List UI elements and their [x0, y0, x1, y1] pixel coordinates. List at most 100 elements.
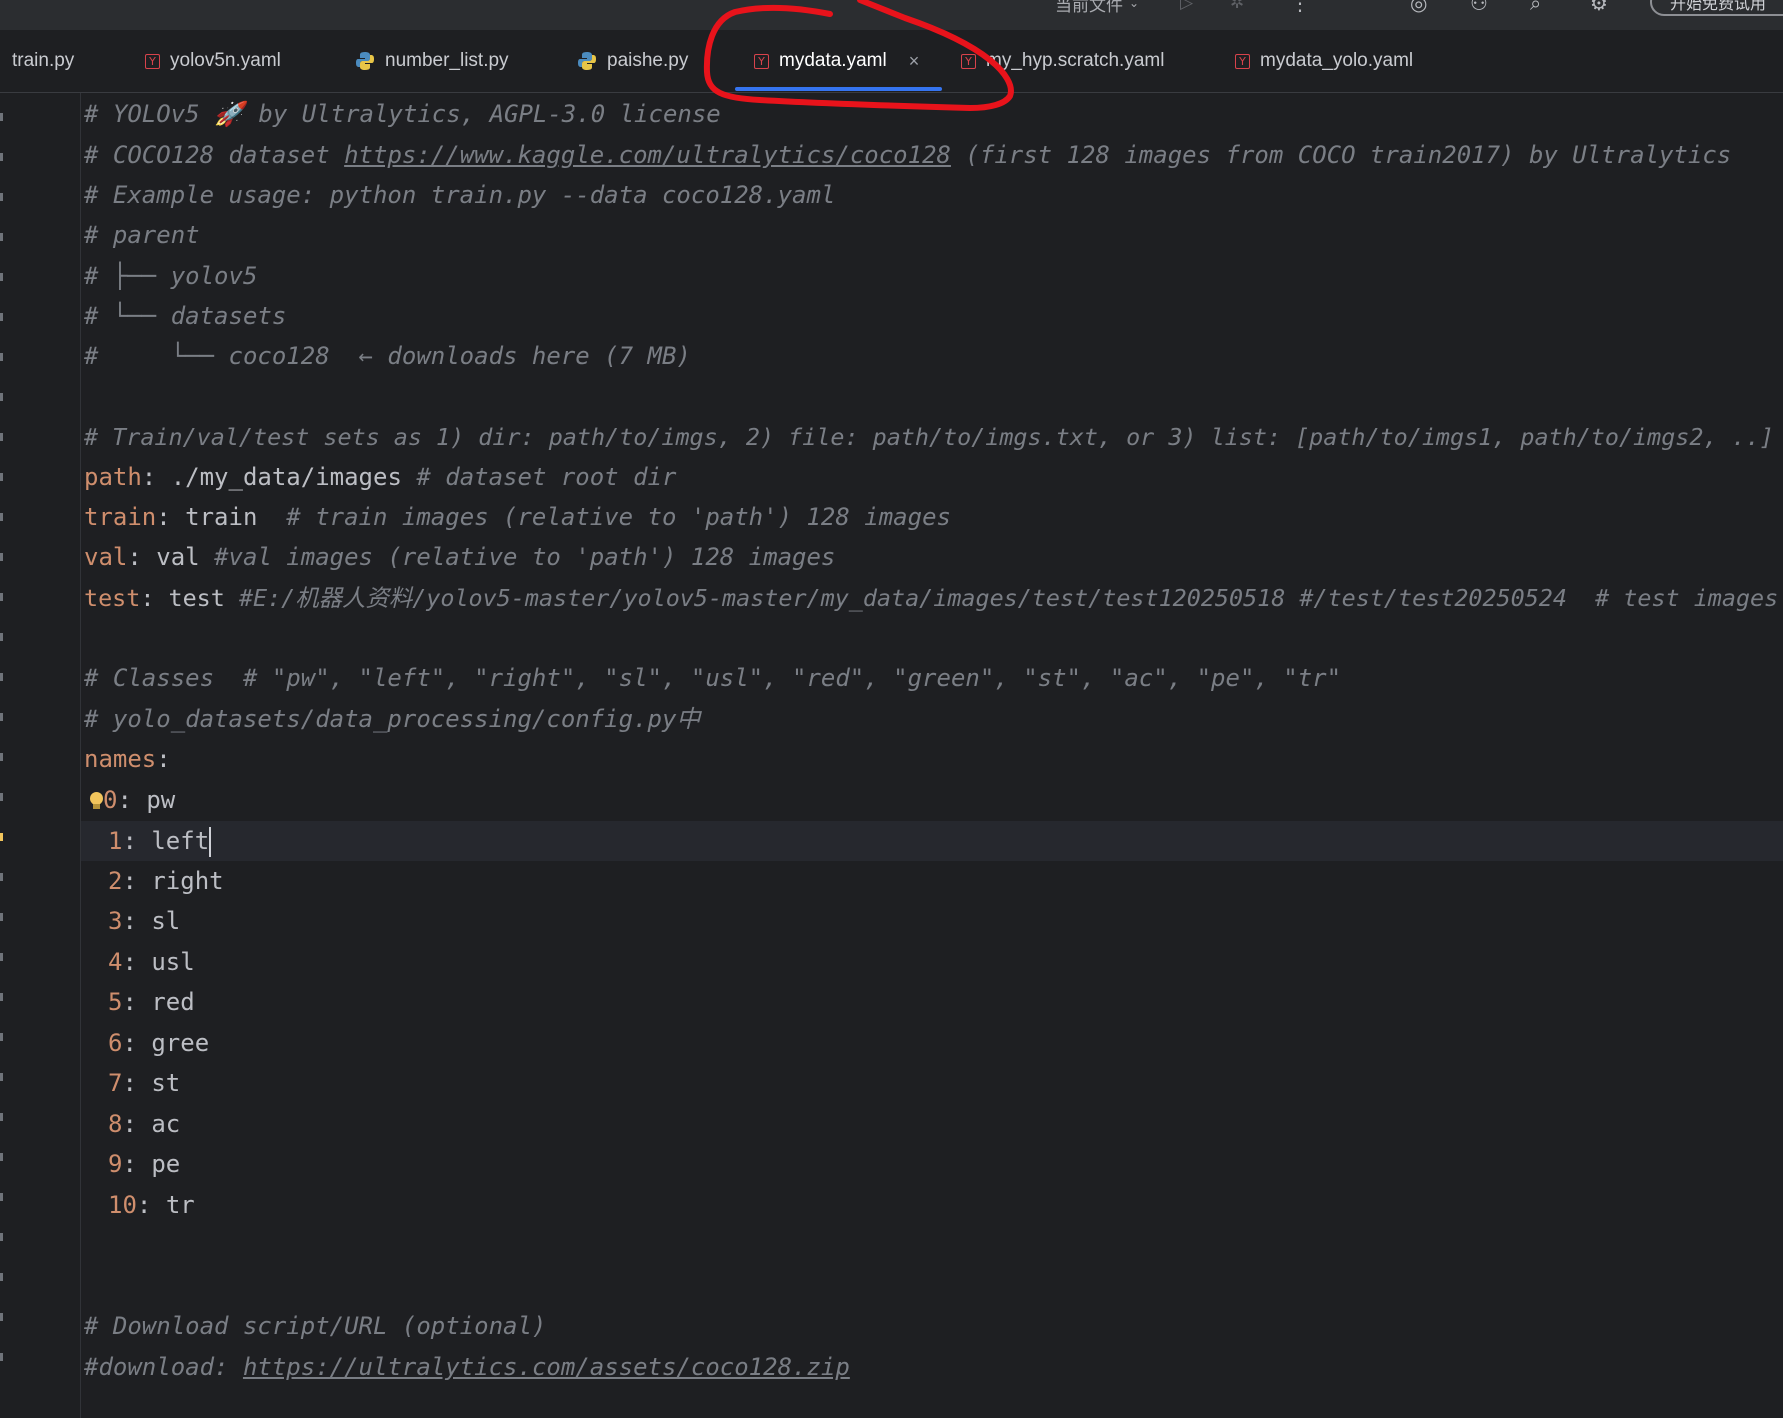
code-line-5: # ├── yolov5: [84, 262, 258, 290]
chevron-down-icon: ⌄: [1129, 0, 1140, 10]
current-file-dropdown[interactable]: 当前文件 ⌄: [1055, 0, 1140, 16]
class-index: 9: [108, 1150, 123, 1178]
class-index: 0: [103, 786, 118, 814]
yaml-value: train: [170, 503, 287, 531]
tab-train-py[interactable]: train.py: [2, 30, 74, 92]
names-entry: 10: tr: [108, 1191, 195, 1219]
code-line-config: # yolo_datasets/data_processing/config.p…: [84, 705, 701, 733]
add-user-icon[interactable]: ⚇: [1470, 0, 1488, 15]
line-number-gutter[interactable]: [0, 93, 81, 1418]
names-entry: 3: sl: [108, 907, 181, 935]
code-editor[interactable]: # YOLOv5 🚀 by Ultralytics, AGPL-3.0 lice…: [81, 93, 1783, 1418]
class-index: 7: [108, 1069, 123, 1097]
class-name: tr: [165, 1191, 195, 1219]
class-index: 1: [108, 827, 123, 855]
names-entry: 1: left: [108, 827, 212, 857]
code-line-names: names:: [84, 745, 171, 773]
active-tab-indicator: [735, 87, 942, 91]
yaml-key: val: [84, 543, 128, 571]
tab-label: mydata.yaml: [779, 50, 887, 71]
tab-label: yolov5n.yaml: [170, 50, 281, 71]
tab-number-list-py[interactable]: number_list.py: [355, 30, 509, 92]
class-name: gree: [151, 1029, 210, 1057]
download-link[interactable]: https://ultralytics.com/assets/coco128.z…: [243, 1353, 850, 1381]
run-icon[interactable]: ▷: [1180, 0, 1193, 14]
code-line-download-comment: # Download script/URL (optional): [84, 1312, 547, 1340]
tab-paishe-py[interactable]: paishe.py: [577, 30, 688, 92]
current-file-label: 当前文件: [1055, 0, 1123, 16]
yaml-icon: Y: [961, 53, 976, 69]
yaml-value: val: [141, 543, 215, 571]
current-line-highlight: [81, 821, 1783, 861]
editor-tab-bar: train.py Y yolov5n.yaml number_list.py p…: [0, 30, 1783, 93]
more-options-icon[interactable]: ⋮: [1290, 0, 1310, 15]
text-caret: [209, 827, 212, 857]
yaml-icon: Y: [145, 53, 160, 69]
code-line-9: # Train/val/test sets as 1) dir: path/to…: [84, 423, 1774, 451]
class-index: 5: [108, 988, 123, 1016]
tab-label: train.py: [12, 50, 75, 71]
lightbulb-icon[interactable]: [89, 792, 103, 810]
names-entry: 5: red: [108, 988, 195, 1016]
names-entry: 7: st: [108, 1069, 181, 1097]
code-line-3: # Example usage: python train.py --data …: [84, 181, 836, 209]
class-name: right: [151, 867, 224, 895]
main-toolbar: 当前文件 ⌄ ▷ ✲ ⋮ ◎ ⚇ ⌕ ⚙ 开始免费试用: [0, 0, 1783, 30]
yaml-icon: Y: [754, 53, 769, 69]
settings-gear-icon[interactable]: ⚙: [1590, 0, 1608, 15]
start-free-trial-button[interactable]: 开始免费试用: [1650, 0, 1783, 16]
kaggle-link[interactable]: https://www.kaggle.com/ultralytics/coco1…: [344, 141, 951, 169]
comment-text: # COCO128 dataset: [84, 141, 345, 169]
tab-label: my_hyp.scratch.yaml: [986, 50, 1165, 71]
ai-assistant-icon[interactable]: ◎: [1410, 0, 1427, 15]
tab-label: paishe.py: [607, 50, 689, 71]
tab-mydata-yolo-yaml[interactable]: Y mydata_yolo.yaml: [1235, 30, 1413, 92]
code-line-2: # COCO128 dataset https://www.kaggle.com…: [84, 135, 1731, 175]
yaml-key: path: [84, 463, 142, 491]
code-line-test: test: test #E:/机器人资料/yolov5-master/yolov…: [84, 584, 1779, 612]
class-index: 2: [108, 867, 123, 895]
start-free-trial-label: 开始免费试用: [1670, 0, 1767, 13]
tab-my-hyp-scratch-yaml[interactable]: Y my_hyp.scratch.yaml: [961, 30, 1164, 92]
yaml-key: train: [84, 503, 157, 531]
inline-comment: # train images (relative to 'path') 128 …: [286, 503, 951, 531]
class-index: 6: [108, 1029, 123, 1057]
class-name: ac: [151, 1110, 181, 1138]
tab-mydata-yaml[interactable]: Y mydata.yaml ×: [754, 30, 919, 92]
python-icon: [577, 51, 597, 71]
code-line-1: # YOLOv5 🚀 by Ultralytics, AGPL-3.0 lice…: [84, 100, 721, 128]
class-name: pe: [151, 1150, 181, 1178]
class-index: 4: [108, 948, 123, 976]
python-icon: [355, 51, 375, 71]
names-entry: 2: right: [108, 867, 224, 895]
comment-text: #download:: [84, 1353, 243, 1381]
class-name: st: [151, 1069, 181, 1097]
inline-comment: #val images (relative to 'path') 128 ima…: [214, 543, 836, 571]
comment-text: (first 128 images from COCO train2017) b…: [950, 141, 1732, 169]
inline-comment: #E:/机器人资料/yolov5-master/yolov5-master/my…: [238, 584, 1779, 612]
names-entry: 4: usl: [108, 948, 195, 976]
code-line-train: train: train # train images (relative to…: [84, 503, 951, 531]
class-name: sl: [151, 907, 181, 935]
code-line-6: # └── datasets: [84, 302, 287, 330]
class-name: usl: [151, 948, 195, 976]
debug-icon[interactable]: ✲: [1230, 0, 1244, 14]
close-icon[interactable]: ×: [909, 51, 920, 72]
names-entry: 9: pe: [108, 1150, 181, 1178]
code-line-download: #download: https://ultralytics.com/asset…: [84, 1347, 850, 1387]
search-icon[interactable]: ⌕: [1530, 0, 1541, 15]
tab-label: number_list.py: [385, 50, 509, 71]
names-entry: 6: gree: [108, 1029, 210, 1057]
code-line-classes: # Classes # "pw", "left", "right", "sl",…: [84, 664, 1342, 692]
yaml-icon: Y: [1235, 53, 1250, 69]
tab-yolov5n-yaml[interactable]: Y yolov5n.yaml: [145, 30, 281, 92]
names-entry: 0: pw: [89, 780, 175, 820]
code-line-4: # parent: [84, 221, 200, 249]
yaml-value: ./my_data/images: [156, 463, 417, 491]
yaml-key: test: [84, 584, 141, 612]
class-name: left: [151, 827, 210, 855]
yaml-value: test: [154, 584, 239, 612]
class-name: red: [151, 988, 195, 1016]
names-entry: 8: ac: [108, 1110, 181, 1138]
class-index: 3: [108, 907, 123, 935]
